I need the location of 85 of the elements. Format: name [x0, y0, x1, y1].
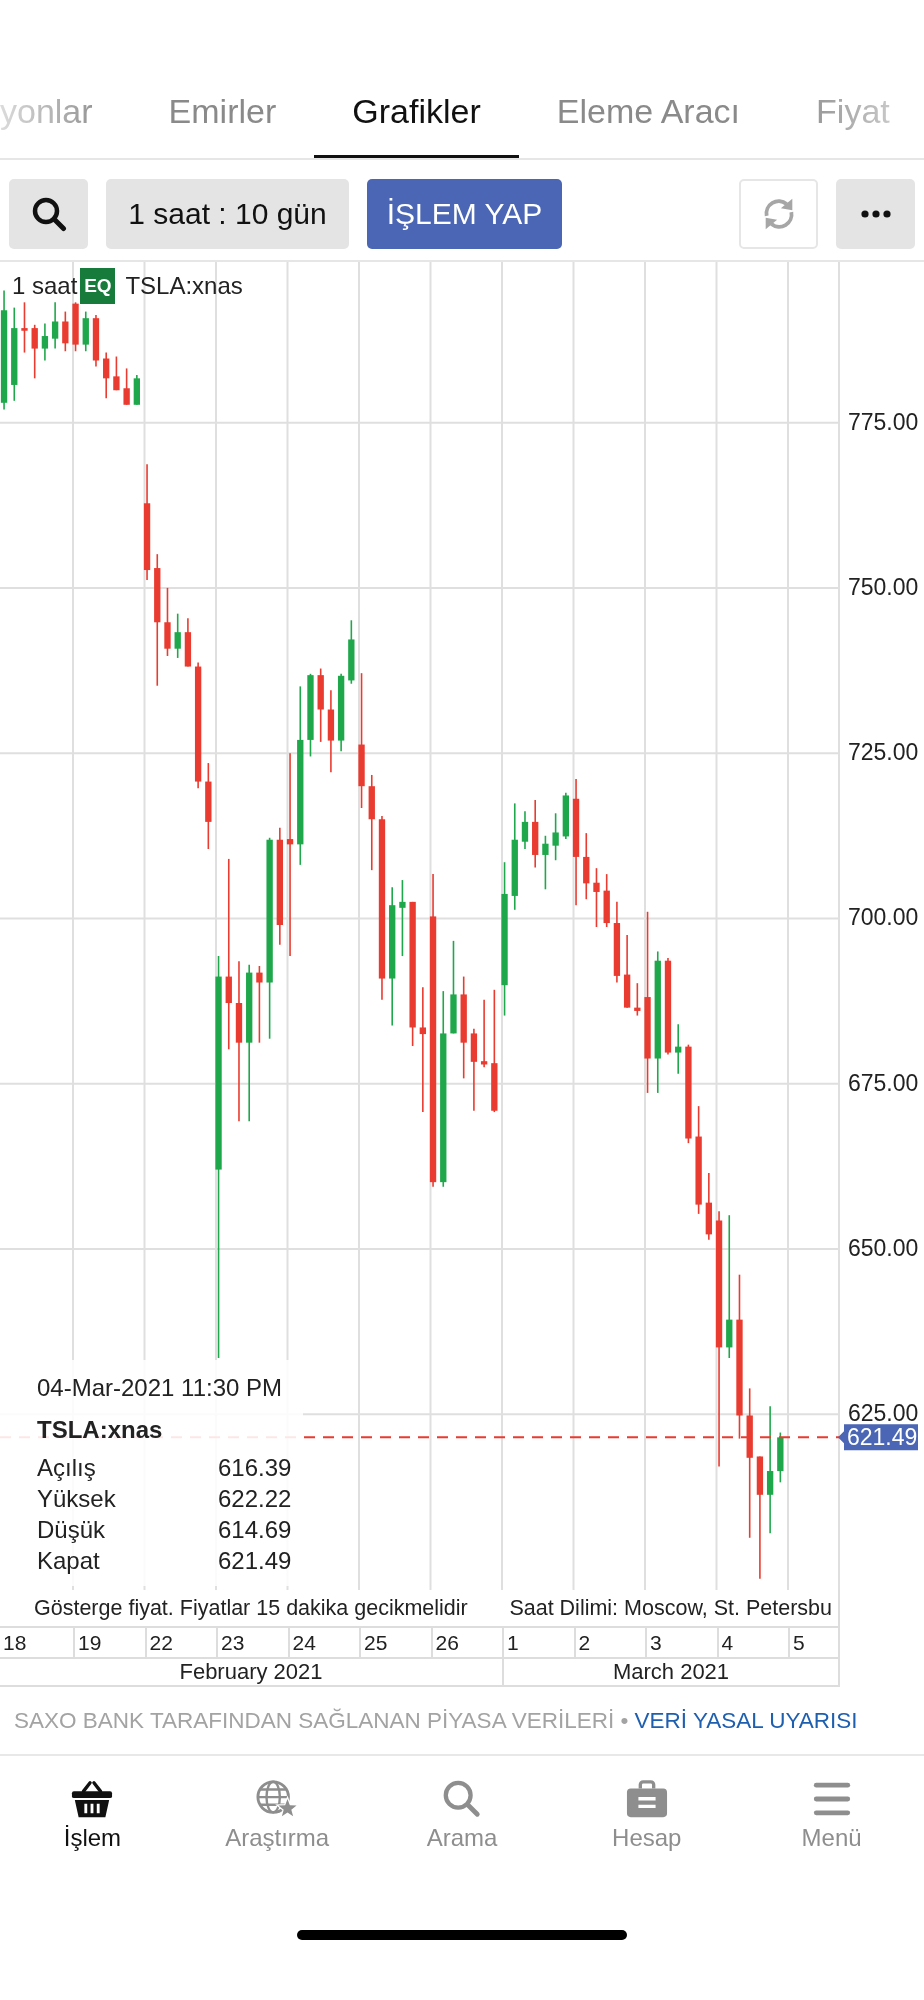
candlestick — [705, 1172, 712, 1241]
trade-button[interactable]: İŞLEM YAP — [367, 179, 562, 249]
candlestick — [31, 324, 38, 380]
tooltip-timestamp: 04-Mar-2021 11:30 PM — [37, 1373, 283, 1403]
candlestick — [583, 832, 590, 901]
candlestick — [21, 301, 28, 354]
search-button[interactable] — [9, 179, 88, 249]
equity-tag: EQ — [80, 268, 116, 304]
day-label: 18 — [2, 1630, 27, 1655]
tab[interactable]: Grafikler — [314, 80, 519, 158]
search-icon — [30, 196, 67, 232]
month-label: March 2021 — [612, 1659, 730, 1685]
price-axis-label: 675.00 — [848, 1069, 919, 1096]
candlestick — [164, 587, 171, 657]
candlestick — [348, 619, 355, 685]
refresh-button[interactable] — [739, 179, 818, 249]
data-source-note: SAXO BANK TARAFINDAN SAĞLANAN PİYASA VERİLERİ • VERİ YASAL UYARISI — [14, 1707, 858, 1734]
day-label: 19 — [77, 1630, 102, 1655]
ohlc-label: Açılış — [37, 1453, 96, 1483]
candlestick — [174, 612, 181, 659]
candlestick — [51, 301, 59, 350]
more-icon — [860, 210, 891, 218]
day-label: 4 — [720, 1630, 734, 1655]
tab[interactable]: yonlar — [0, 80, 131, 158]
price-axis-label: 625.00 — [848, 1400, 919, 1427]
ohlc-value: 622.22 — [218, 1484, 292, 1514]
day-label: 24 — [291, 1630, 316, 1655]
tooltip-symbol: TSLA:xnas — [37, 1415, 164, 1445]
candlestick — [72, 301, 79, 353]
candlestick — [552, 812, 559, 862]
nav-item[interactable]: Araştırma — [221, 1776, 334, 1854]
candlestick — [562, 792, 569, 840]
price-axis-label: 725.00 — [848, 739, 919, 766]
candlestick — [103, 351, 110, 399]
candlestick — [62, 310, 69, 353]
candlestick — [777, 1431, 784, 1484]
candlestick — [603, 873, 610, 928]
price-axis-label: 750.00 — [848, 573, 919, 600]
ohlc-value: 616.39 — [218, 1453, 292, 1483]
day-label: 23 — [220, 1630, 245, 1655]
candlestick — [634, 982, 641, 1017]
ohlc-value: 621.49 — [218, 1546, 292, 1576]
candlestick — [113, 355, 120, 392]
interval-label: 1 saat — [12, 272, 78, 300]
candlestick — [184, 617, 192, 668]
symbol-label: TSLA:xnas — [125, 272, 243, 300]
tab[interactable]: Eleme Aracı — [518, 80, 779, 158]
day-label: 25 — [363, 1630, 388, 1655]
price-axis-label: 650.00 — [848, 1234, 919, 1261]
candlestick — [675, 1023, 682, 1075]
price-axis-label: 775.00 — [848, 408, 919, 435]
candlestick — [92, 314, 100, 368]
candlestick — [542, 834, 549, 891]
candlestick — [123, 367, 130, 406]
ohlc-label: Düşük — [37, 1515, 106, 1545]
tab[interactable]: Fiyat — [778, 80, 890, 158]
timezone-note: Saat Dilimi: Moscow, St. Petersbu — [509, 1595, 832, 1621]
month-label: February 2021 — [179, 1659, 323, 1685]
price-delay-note: Gösterge fiyat. Fiyatlar 15 dakika gecikmelidir — [34, 1595, 468, 1621]
candlestick — [532, 799, 539, 869]
ohlc-value: 614.69 — [218, 1515, 292, 1545]
last-price-tag: 621.49 — [838, 1424, 918, 1451]
more-button[interactable] — [836, 179, 915, 249]
nav-item[interactable]: Hesap — [608, 1776, 686, 1854]
price-axis-label: 700.00 — [848, 904, 919, 931]
day-label: 5 — [792, 1630, 805, 1655]
ohlc-label: Kapat — [37, 1546, 100, 1576]
candlestick — [41, 322, 49, 362]
candlestick — [82, 310, 89, 353]
day-label: 22 — [148, 1630, 173, 1655]
candlestick — [480, 998, 488, 1068]
candlestick — [593, 867, 600, 928]
legal-notice-link[interactable]: VERİ YASAL UYARISI — [634, 1707, 858, 1733]
candlestick — [133, 374, 140, 406]
nav-item[interactable]: Arama — [422, 1776, 502, 1854]
nav-item[interactable]: Menü — [797, 1776, 866, 1854]
day-label: 26 — [434, 1630, 459, 1655]
day-label: 1 — [506, 1630, 519, 1655]
day-label: 3 — [649, 1630, 662, 1655]
nav-item[interactable]: İşlem — [59, 1776, 126, 1854]
ohlc-label: Yüksek — [37, 1484, 116, 1514]
tab[interactable]: Emirler — [130, 80, 315, 158]
interval-button[interactable]: 1 saat : 10 gün — [106, 179, 349, 249]
day-label: 2 — [577, 1630, 591, 1655]
candlestick — [521, 810, 529, 850]
